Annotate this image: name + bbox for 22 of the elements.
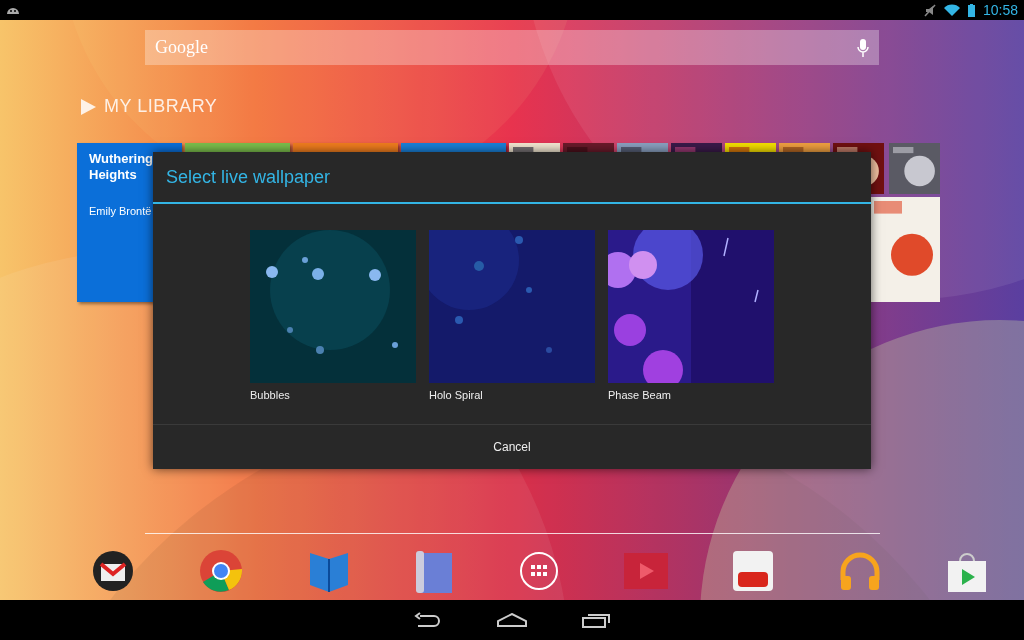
wallpaper-name: Phase Beam (608, 388, 672, 403)
android-icon (6, 5, 20, 15)
mail-icon[interactable] (92, 550, 135, 592)
chrome-icon[interactable] (199, 549, 243, 593)
wifi-icon (943, 4, 960, 16)
battery-icon (967, 3, 975, 17)
section-title: MY LIBRARY (104, 95, 218, 118)
back-icon[interactable] (414, 612, 442, 628)
microphone-icon[interactable] (857, 38, 869, 57)
clock-time: 10:58 (982, 0, 1018, 20)
book-title: Wuthering Heights (89, 151, 155, 183)
headphones-icon[interactable] (838, 550, 881, 592)
home-icon[interactable] (497, 613, 527, 627)
muted-icon (923, 3, 936, 17)
wallpaper-name: Holo Spiral (429, 388, 484, 403)
magazine-icon[interactable] (414, 549, 455, 593)
wallpaper-name: Bubbles (250, 388, 291, 403)
apps-icon[interactable] (518, 551, 559, 591)
recent-apps-icon[interactable] (582, 612, 610, 628)
cancel-button[interactable]: Cancel (153, 424, 871, 469)
book-author: Emily Brontë (89, 204, 153, 219)
play-icon (80, 98, 96, 115)
